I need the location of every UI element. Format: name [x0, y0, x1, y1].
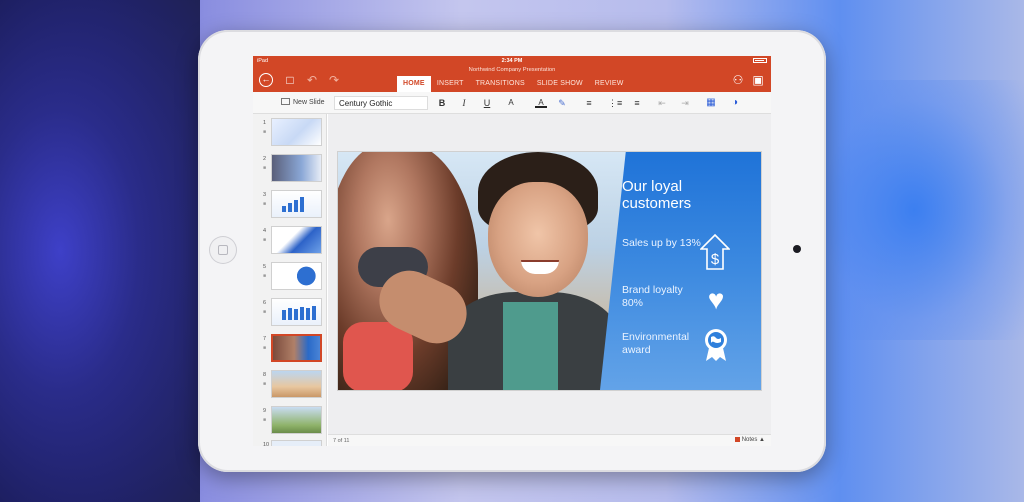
- thumbnail-row[interactable]: 9 ■: [253, 406, 326, 438]
- bullets-icon[interactable]: ⋮≡: [608, 97, 622, 109]
- feature-sales[interactable]: Sales up by 13%: [622, 237, 702, 250]
- feature-brand-loyalty[interactable]: Brand loyalty 80%: [622, 284, 702, 310]
- ribbon: iPad 2:34 PM Northwind Company Presentat…: [253, 56, 771, 92]
- notes-label: Notes: [741, 437, 758, 443]
- home-button[interactable]: [209, 236, 237, 264]
- thumbnail-row[interactable]: 10: [253, 440, 326, 446]
- thumbnail-number: 6: [263, 300, 267, 306]
- photo-face: [488, 182, 588, 297]
- highlight-icon[interactable]: ✎: [556, 97, 568, 109]
- tab-slide-show[interactable]: SLIDE SHOW: [531, 76, 589, 92]
- thumbnail-marker: ■: [263, 309, 267, 315]
- new-slide-button[interactable]: New Slide: [281, 98, 325, 106]
- thumbnail-row[interactable]: 3 ■: [253, 190, 326, 222]
- slide-thumbnail[interactable]: [271, 406, 322, 434]
- slide-thumbnail-selected[interactable]: [271, 334, 322, 362]
- slide-thumbnail[interactable]: [271, 440, 322, 446]
- slide-thumbnail[interactable]: [271, 118, 322, 146]
- thumbnail-marker: ■: [263, 165, 267, 171]
- app-screen: iPad 2:34 PM Northwind Company Presentat…: [253, 56, 771, 446]
- file-icon[interactable]: □: [283, 73, 297, 87]
- camera: [793, 245, 801, 253]
- feature-environmental[interactable]: Environmental award: [622, 331, 702, 357]
- redo-icon[interactable]: ↷: [327, 73, 341, 87]
- share-icon[interactable]: ⚇: [731, 73, 745, 87]
- svg-text:$: $: [711, 251, 720, 268]
- thumbnail-number: 1: [263, 120, 267, 126]
- notes-button[interactable]: Notes ▲: [734, 437, 765, 443]
- background-blur-right: [804, 80, 1024, 340]
- thumbnail-row[interactable]: 5 ■: [253, 262, 326, 294]
- slide-thumbnail[interactable]: [271, 226, 322, 254]
- slide-canvas: Our loyal customers Sales up by 13% Bran…: [328, 114, 771, 434]
- status-bar: iPad 2:34 PM: [253, 56, 771, 66]
- thumbnail-number: 3: [263, 192, 267, 198]
- thumbnail-number: 7: [263, 336, 267, 342]
- photo-shirt: [503, 302, 558, 390]
- thumbnail-marker: ■: [263, 381, 267, 387]
- thumbnail-row[interactable]: 8 ■: [253, 370, 326, 402]
- font-color-button[interactable]: A: [535, 97, 547, 108]
- slide-thumbnail[interactable]: [271, 262, 322, 290]
- slide-title[interactable]: Our loyal customers: [622, 178, 742, 212]
- italic-button[interactable]: I: [458, 97, 470, 109]
- slide-thumbnail[interactable]: [271, 154, 322, 182]
- font-name-select[interactable]: Century Gothic: [334, 96, 428, 110]
- thumbnail-row[interactable]: 7 ■: [253, 334, 326, 366]
- thumbnail-number: 5: [263, 264, 267, 270]
- heart-icon: ♥: [707, 284, 725, 315]
- thumbnail-marker: ■: [263, 129, 267, 135]
- page-count: 7 of 11: [333, 438, 350, 444]
- bottom-status-bar: 7 of 11 Notes ▲: [328, 434, 771, 446]
- thumbnail-row[interactable]: 2 ■: [253, 154, 326, 186]
- align-left-icon[interactable]: ≡: [583, 97, 595, 109]
- globe-ribbon-icon: [703, 328, 729, 362]
- slide-thumbnail[interactable]: [271, 298, 322, 326]
- new-slide-icon: [281, 98, 290, 105]
- thumbnail-row[interactable]: 4 ■: [253, 226, 326, 258]
- bold-button[interactable]: B: [436, 97, 448, 109]
- thumbnail-number: 2: [263, 156, 267, 162]
- battery-icon: [753, 58, 767, 63]
- outdent-icon[interactable]: ⇤: [656, 97, 668, 109]
- tab-transitions[interactable]: TRANSITIONS: [470, 76, 531, 92]
- numbering-icon[interactable]: ≡: [631, 97, 643, 109]
- background-blur-left: [0, 0, 200, 502]
- tab-home[interactable]: HOME: [397, 76, 431, 92]
- dollar-house-icon: $: [699, 233, 731, 270]
- shapes-icon[interactable]: ◑: [729, 97, 741, 109]
- slide-thumbnail[interactable]: [271, 370, 322, 398]
- font-size-button[interactable]: A: [505, 97, 517, 109]
- photo-sleeve: [343, 322, 413, 390]
- ribbon-tabs: HOME INSERT TRANSITIONS SLIDE SHOW REVIE…: [397, 76, 630, 92]
- thumbnail-marker: ■: [263, 273, 267, 279]
- thumbnail-number: 9: [263, 408, 267, 414]
- tab-insert[interactable]: INSERT: [431, 76, 470, 92]
- thumbnail-number: 4: [263, 228, 267, 234]
- new-slide-label: New Slide: [293, 99, 325, 106]
- formatting-toolbar: New Slide Century Gothic B I U A A ✎ ≡ ⋮…: [253, 92, 771, 114]
- thumbnail-row[interactable]: 6 ■: [253, 298, 326, 330]
- back-icon[interactable]: ←: [259, 73, 273, 87]
- indent-icon[interactable]: ⇥: [679, 97, 691, 109]
- thumbnail-marker: ■: [263, 345, 267, 351]
- thumbnail-row[interactable]: 1 ■: [253, 118, 326, 150]
- tab-review[interactable]: REVIEW: [589, 76, 630, 92]
- thumbnail-marker: ■: [263, 201, 267, 207]
- underline-button[interactable]: U: [481, 97, 493, 109]
- thumbnail-number: 8: [263, 372, 267, 378]
- arrange-icon[interactable]: ▦: [705, 97, 717, 109]
- current-slide[interactable]: Our loyal customers Sales up by 13% Bran…: [338, 152, 761, 390]
- undo-icon[interactable]: ↶: [305, 73, 319, 87]
- slide-thumbnails-pane: 1 ■ 2 ■ 3 ■ 4 ■ 5 ■ 6 ■ 7 ■ 8 ■ 9 ■ 10: [253, 114, 327, 446]
- thumbnail-marker: ■: [263, 237, 267, 243]
- thumbnail-marker: ■: [263, 417, 267, 423]
- thumbnail-number: 10: [263, 442, 270, 446]
- slide-thumbnail[interactable]: [271, 190, 322, 218]
- notes-icon: [734, 437, 740, 442]
- status-time: 2:34 PM: [501, 58, 523, 64]
- present-icon[interactable]: ▣: [751, 73, 765, 87]
